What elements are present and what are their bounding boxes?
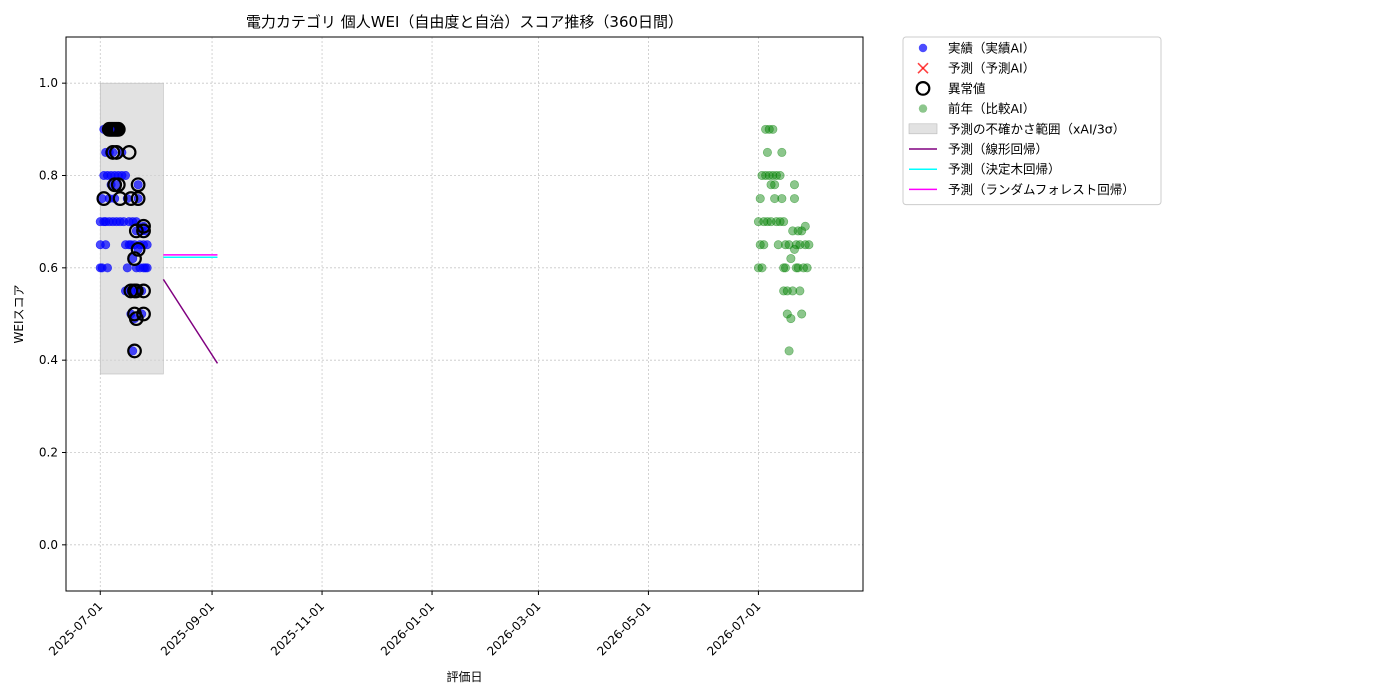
previous-year-point <box>784 346 794 356</box>
previous-year-point <box>786 254 796 264</box>
previous-year-point <box>757 263 767 273</box>
actual-point <box>121 171 131 181</box>
previous-year-point <box>768 124 778 134</box>
previous-year-point <box>786 314 796 324</box>
legend: 実績（実績AI） 予測（予測AI） 異常値前年（比較AI） 予測の不確かさ範囲（xAI… <box>902 36 1162 206</box>
marks-layer <box>95 121 814 364</box>
previous-year-point <box>789 180 799 190</box>
actual-point <box>133 180 143 190</box>
x-tick-label: 2026-03-01 <box>484 599 543 658</box>
previous-year-point <box>755 194 765 204</box>
x-tick-label: 2026-01-01 <box>378 599 437 658</box>
legend-label: 予測の不確かさ範囲（xAI/3σ） <box>948 121 1125 136</box>
x-tick-label: 2026-07-01 <box>704 599 763 658</box>
previous-year-point <box>802 263 812 273</box>
y-tick-label: 0.6 <box>39 261 58 275</box>
actual-point <box>101 240 111 250</box>
linear-regression-line <box>162 278 219 364</box>
previous-year-point <box>770 180 780 190</box>
legend-handle-actual <box>918 43 928 53</box>
x-axis-label: 評価日 <box>446 669 482 684</box>
actual-point <box>122 263 132 273</box>
y-tick-label: 0.0 <box>39 538 58 552</box>
legend-handle-band <box>908 123 938 135</box>
previous-year-point <box>789 194 799 204</box>
y-tick-label: 0.4 <box>39 353 58 367</box>
previous-year-point <box>775 171 785 181</box>
legend-label: 異常値 <box>948 81 986 96</box>
x-tick-label: 2025-11-01 <box>268 599 327 658</box>
previous-year-point <box>780 263 790 273</box>
previous-year-point <box>804 240 814 250</box>
x-tick-label: 2025-09-01 <box>158 599 217 658</box>
legend-label: 実績（実績AI） <box>948 41 1035 56</box>
x-tick-label: 2025-07-01 <box>46 599 105 658</box>
legend-label: 予測（ランダムフォレスト回帰） <box>948 182 1135 197</box>
legend-label: 予測（予測AI） <box>948 61 1035 76</box>
previous-year-point <box>777 194 787 204</box>
legend-label: 予測（決定木回帰） <box>948 162 1061 177</box>
actual-point <box>102 263 112 273</box>
x-tick-label: 2026-05-01 <box>594 599 653 658</box>
y-tick-label: 0.2 <box>39 446 58 460</box>
previous-year-point <box>795 286 805 296</box>
previous-year-point <box>762 147 772 157</box>
chart-title: 電力カテゴリ 個人WEI（自由度と自治）スコア推移（360日間） <box>246 13 683 31</box>
legend-label: 予測（線形回帰） <box>948 142 1048 157</box>
y-tick-label: 0.8 <box>39 169 58 183</box>
previous-year-point <box>800 221 810 231</box>
y-tick-label: 1.0 <box>39 76 58 90</box>
legend-handle-previous-year <box>918 104 928 113</box>
previous-year-point <box>797 309 807 319</box>
actual-point <box>142 263 152 273</box>
y-axis-label: WEIスコア <box>12 285 26 344</box>
previous-year-point <box>759 240 769 250</box>
legend-label: 前年（比較AI） <box>948 101 1035 116</box>
previous-year-point <box>777 147 787 157</box>
chart-canvas: 0.0 0.2 0.4 0.6 0.8 1.0 2025-07-01 2025-09-01 20… <box>12 13 1162 684</box>
previous-year-point <box>779 217 789 227</box>
